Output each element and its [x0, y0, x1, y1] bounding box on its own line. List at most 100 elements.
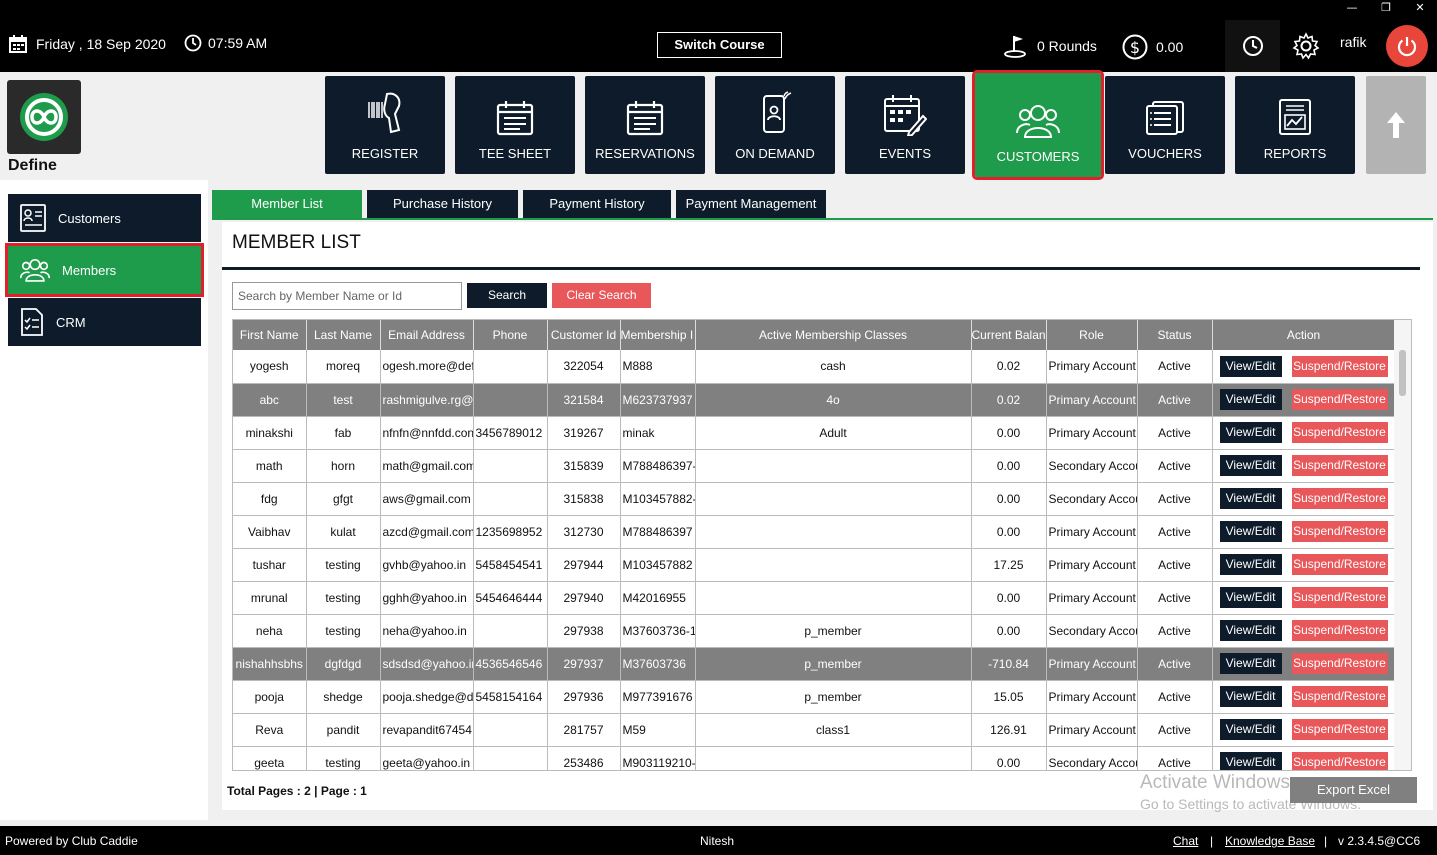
user-name[interactable]: rafik — [1340, 34, 1366, 50]
app-logo[interactable] — [7, 80, 81, 154]
power-button[interactable] — [1386, 25, 1428, 67]
cell-id: 297936 — [547, 680, 621, 714]
view-edit-button[interactable]: View/Edit — [1219, 719, 1282, 740]
restore-button[interactable]: ❐ — [1369, 0, 1403, 16]
suspend-restore-button[interactable]: Suspend/Restore — [1291, 653, 1388, 674]
cell-role: Primary Account — [1046, 416, 1138, 450]
view-edit-button[interactable]: View/Edit — [1219, 587, 1282, 608]
column-header[interactable]: Active Membership Classes — [695, 320, 972, 350]
settings-button[interactable] — [1292, 32, 1328, 60]
scroll-thumb[interactable] — [1399, 350, 1406, 396]
table-row[interactable]: abc test rashmigulve.rg@ 321584 M623737937 4o… — [233, 383, 1396, 417]
time-clock-button[interactable] — [1225, 20, 1280, 72]
column-header[interactable]: Role — [1046, 320, 1138, 350]
clear-search-button[interactable]: Clear Search — [552, 283, 651, 308]
view-edit-button[interactable]: View/Edit — [1219, 455, 1282, 476]
cell-id: 297940 — [547, 581, 621, 615]
knowledge-base-link[interactable]: Knowledge Base — [1225, 834, 1315, 848]
table-row[interactable]: fdg gfgt aws@gmail.com 315838 M103457882- 0.0… — [233, 482, 1396, 516]
table-row[interactable]: Vaibhav kulat azcd@gmail.com 1235698952 3127… — [233, 515, 1396, 549]
view-edit-button[interactable]: View/Edit — [1219, 620, 1282, 641]
view-edit-button[interactable]: View/Edit — [1219, 488, 1282, 509]
table-row[interactable]: geeta testing geeta@yahoo.in 253486 M9031192… — [233, 746, 1396, 770]
column-header[interactable]: First Name — [233, 320, 307, 350]
table-row[interactable]: mrunal testing gghh@yahoo.in 5454646444 2979… — [233, 581, 1396, 615]
nav-register[interactable]: REGISTER — [325, 76, 445, 174]
calendar-icon — [496, 101, 534, 136]
table-row[interactable]: pooja shedge pooja.shedge@d 5458154164 29793… — [233, 680, 1396, 714]
tab-payment-management[interactable]: Payment Management — [676, 190, 826, 218]
chat-link[interactable]: Chat — [1173, 834, 1198, 848]
column-header[interactable]: Phone — [473, 320, 548, 350]
suspend-restore-button[interactable]: Suspend/Restore — [1291, 554, 1388, 575]
view-edit-button[interactable]: View/Edit — [1219, 521, 1282, 542]
table-row[interactable]: nishahhsbhs dgfdgd sdsdsd@yahoo.in 45365465… — [233, 647, 1396, 681]
search-input[interactable] — [232, 282, 462, 310]
view-edit-button[interactable]: View/Edit — [1219, 422, 1282, 443]
minimize-button[interactable]: — — [1335, 0, 1369, 16]
cell-email: rashmigulve.rg@ — [380, 383, 474, 417]
tab-purchase-history[interactable]: Purchase History — [367, 190, 518, 218]
suspend-restore-button[interactable]: Suspend/Restore — [1291, 389, 1388, 410]
table-row[interactable]: yogesh moreq ogesh.more@def 322054 M888 cash 0… — [233, 350, 1396, 384]
view-edit-button[interactable]: View/Edit — [1219, 653, 1282, 674]
cell-status: Active — [1137, 449, 1213, 483]
suspend-restore-button[interactable]: Suspend/Restore — [1291, 752, 1388, 770]
search-button[interactable]: Search — [467, 283, 547, 308]
sidebar-item-customers[interactable]: Customers — [8, 194, 201, 242]
column-header[interactable]: Customer Id — [547, 320, 621, 350]
cell-classes: p_member — [695, 614, 972, 648]
suspend-restore-button[interactable]: Suspend/Restore — [1291, 719, 1388, 740]
table-row[interactable]: Reva pandit revapandit67454 281757 M59 class1… — [233, 713, 1396, 747]
view-edit-button[interactable]: View/Edit — [1219, 355, 1282, 377]
powered-by: Powered by Club Caddie — [5, 834, 138, 848]
nav-vouchers[interactable]: VOUCHERS — [1105, 76, 1225, 174]
suspend-restore-button[interactable]: Suspend/Restore — [1291, 355, 1388, 377]
column-header[interactable]: Last Name — [306, 320, 381, 350]
view-edit-button[interactable]: View/Edit — [1219, 686, 1282, 707]
nav-tee-sheet[interactable]: TEE SHEET — [455, 76, 575, 174]
cell-last: testing — [306, 548, 381, 582]
table-row[interactable]: neha testing neha@yahoo.in 297938 M37603736-… — [233, 614, 1396, 648]
nav-reports[interactable]: REPORTS — [1235, 76, 1355, 174]
column-header[interactable]: Current Balan — [971, 320, 1047, 350]
cell-balance: 0.00 — [971, 449, 1047, 483]
suspend-restore-button[interactable]: Suspend/Restore — [1291, 686, 1388, 707]
column-header[interactable]: Email Address — [380, 320, 474, 350]
view-edit-button[interactable]: View/Edit — [1219, 752, 1282, 770]
column-header[interactable]: Membership I — [620, 320, 696, 350]
view-edit-button[interactable]: View/Edit — [1219, 389, 1282, 410]
suspend-restore-button[interactable]: Suspend/Restore — [1291, 422, 1388, 443]
column-header[interactable]: Status — [1137, 320, 1213, 350]
close-button[interactable]: ✕ — [1403, 0, 1437, 16]
suspend-restore-button[interactable]: Suspend/Restore — [1291, 521, 1388, 542]
nav-events[interactable]: EVENTS — [845, 76, 965, 174]
nav-on-demand[interactable]: ON DEMAND — [715, 76, 835, 174]
table-row[interactable]: tushar testing gvhb@yahoo.in 5458454541 2979… — [233, 548, 1396, 582]
suspend-restore-button[interactable]: Suspend/Restore — [1291, 488, 1388, 509]
view-edit-button[interactable]: View/Edit — [1219, 554, 1282, 575]
cell-action: View/Edit Suspend/Restore — [1212, 746, 1396, 770]
cell-email: ogesh.more@def — [380, 350, 474, 384]
cell-first: pooja — [233, 680, 307, 714]
nav-reservations[interactable]: RESERVATIONS — [585, 76, 705, 174]
sidebar-item-crm[interactable]: CRM — [8, 298, 201, 346]
scroll-up-button[interactable] — [1366, 76, 1426, 174]
cell-membership: M903119210- — [620, 746, 696, 770]
suspend-restore-button[interactable]: Suspend/Restore — [1291, 587, 1388, 608]
table-row[interactable]: minakshi fab nfnfn@nnfdd.con 3456789012 3192… — [233, 416, 1396, 450]
tab-payment-history[interactable]: Payment History — [523, 190, 671, 218]
grid-scrollbar[interactable] — [1394, 320, 1411, 770]
suspend-restore-button[interactable]: Suspend/Restore — [1291, 455, 1388, 476]
column-header[interactable]: Action — [1212, 320, 1396, 350]
cell-action: View/Edit Suspend/Restore — [1212, 350, 1396, 384]
nav-customers[interactable]: CUSTOMERS — [972, 70, 1104, 180]
sidebar-item-members[interactable]: Members — [5, 243, 204, 297]
switch-course-button[interactable]: Switch Course — [657, 32, 782, 58]
footer-separator: | — [1324, 834, 1328, 848]
suspend-restore-button[interactable]: Suspend/Restore — [1291, 620, 1388, 641]
tab-member-list[interactable]: Member List — [212, 190, 362, 218]
export-excel-button[interactable]: Export Excel — [1290, 777, 1417, 803]
table-row[interactable]: math horn math@gmail.com 315839 M788486397- 0… — [233, 449, 1396, 483]
cell-status: Active — [1137, 515, 1213, 549]
